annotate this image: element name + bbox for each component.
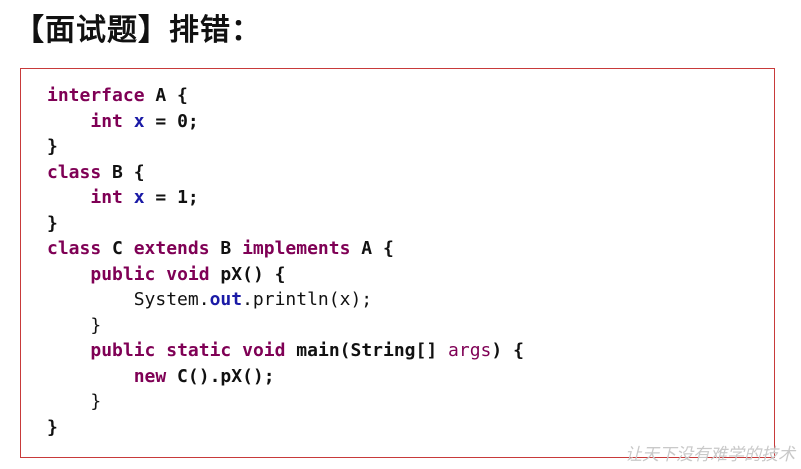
closing-brace: }	[47, 136, 58, 157]
code-text: B	[209, 238, 243, 259]
keyword-static: static	[166, 340, 232, 361]
code-line-12: new C().pX();	[47, 364, 524, 390]
code-line-3: }	[47, 134, 524, 160]
code-text: main(String[]	[285, 340, 449, 361]
code-line-1: interface A {	[47, 83, 524, 109]
code-line-4: class B {	[47, 160, 524, 186]
code-text: pX() {	[209, 263, 286, 285]
code-line-8: public void pX() {	[47, 262, 524, 288]
code-line-9: System.out.println(x);	[47, 287, 524, 313]
watermark: 让天下没有难学的技术	[625, 445, 795, 465]
code-text: System.	[133, 289, 210, 310]
keyword-void: void	[166, 263, 210, 285]
code-text: C().pX();	[166, 365, 275, 387]
keyword-interface: interface	[47, 85, 145, 106]
keyword-int: int	[90, 187, 123, 208]
code-text: A {	[350, 238, 394, 259]
param-args: args	[448, 340, 492, 361]
closing-brace: }	[47, 212, 58, 234]
code-line-10: }	[47, 313, 524, 339]
code-line-11: public static void main(String[] args) {	[47, 338, 524, 364]
keyword-void: void	[242, 340, 286, 361]
code-line-5: int x = 1;	[47, 185, 524, 211]
keyword-int: int	[90, 110, 123, 132]
code-text: .println(x);	[242, 289, 373, 310]
keyword-implements: implements	[242, 238, 351, 259]
code-text: B {	[101, 161, 145, 183]
java-source-code: interface A { int x = 0;} class B { int x…	[47, 83, 524, 440]
keyword-class: class	[47, 238, 102, 259]
closing-brace: }	[47, 416, 58, 438]
code-text: C	[101, 238, 134, 259]
keyword-new: new	[133, 365, 167, 387]
field-out: out	[209, 289, 243, 310]
code-line-14: }	[47, 415, 524, 441]
code-line-6: }	[47, 211, 524, 237]
code-line-13: }	[47, 389, 524, 415]
keyword-class: class	[47, 161, 102, 183]
closing-brace: }	[90, 391, 102, 412]
keyword-public: public	[90, 340, 156, 361]
field-x: x	[133, 110, 145, 132]
code-line-7: class C extends B implements A {	[47, 236, 524, 262]
keyword-public: public	[90, 263, 156, 285]
field-x: x	[133, 187, 145, 208]
code-text: = 1;	[144, 187, 199, 208]
keyword-extends: extends	[133, 238, 210, 259]
code-text: = 0;	[144, 110, 199, 132]
code-line-2: int x = 0;	[47, 109, 524, 135]
code-text: A {	[144, 85, 188, 106]
code-block: interface A { int x = 0;} class B { int x…	[20, 68, 775, 458]
closing-brace: }	[90, 314, 102, 336]
page-title: 【面试题】排错：	[14, 13, 262, 48]
code-text: ) {	[491, 340, 524, 361]
